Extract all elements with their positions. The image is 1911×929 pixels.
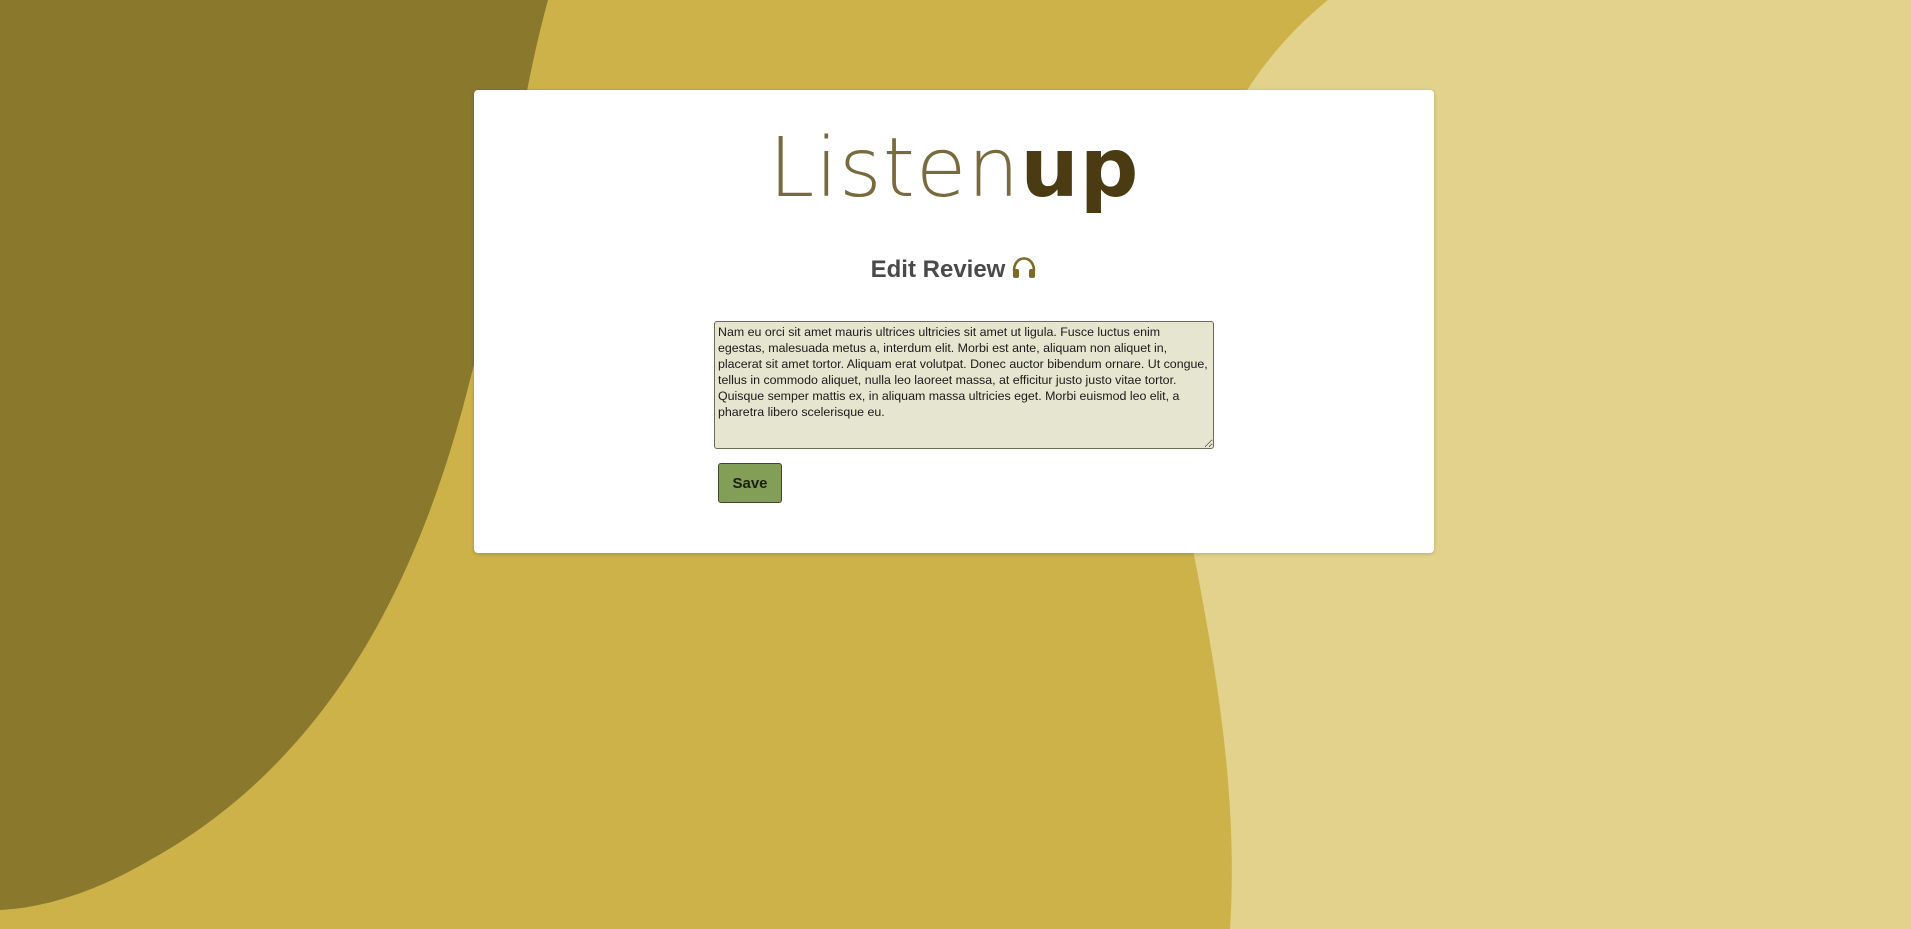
brand-bold-text: up: [1020, 121, 1140, 216]
brand-light-text: Listen: [768, 121, 1021, 216]
save-button[interactable]: Save: [718, 463, 782, 503]
page-title: Edit Review: [474, 256, 1434, 287]
brand-logo: Listenup: [474, 128, 1434, 210]
edit-review-card: Listenup Edit Review Nam eu orci sit ame…: [474, 90, 1434, 553]
headphones-icon: [1011, 256, 1037, 287]
review-textarea[interactable]: Nam eu orci sit amet mauris ultrices ult…: [714, 321, 1214, 449]
page-title-text: Edit Review: [870, 256, 1006, 283]
